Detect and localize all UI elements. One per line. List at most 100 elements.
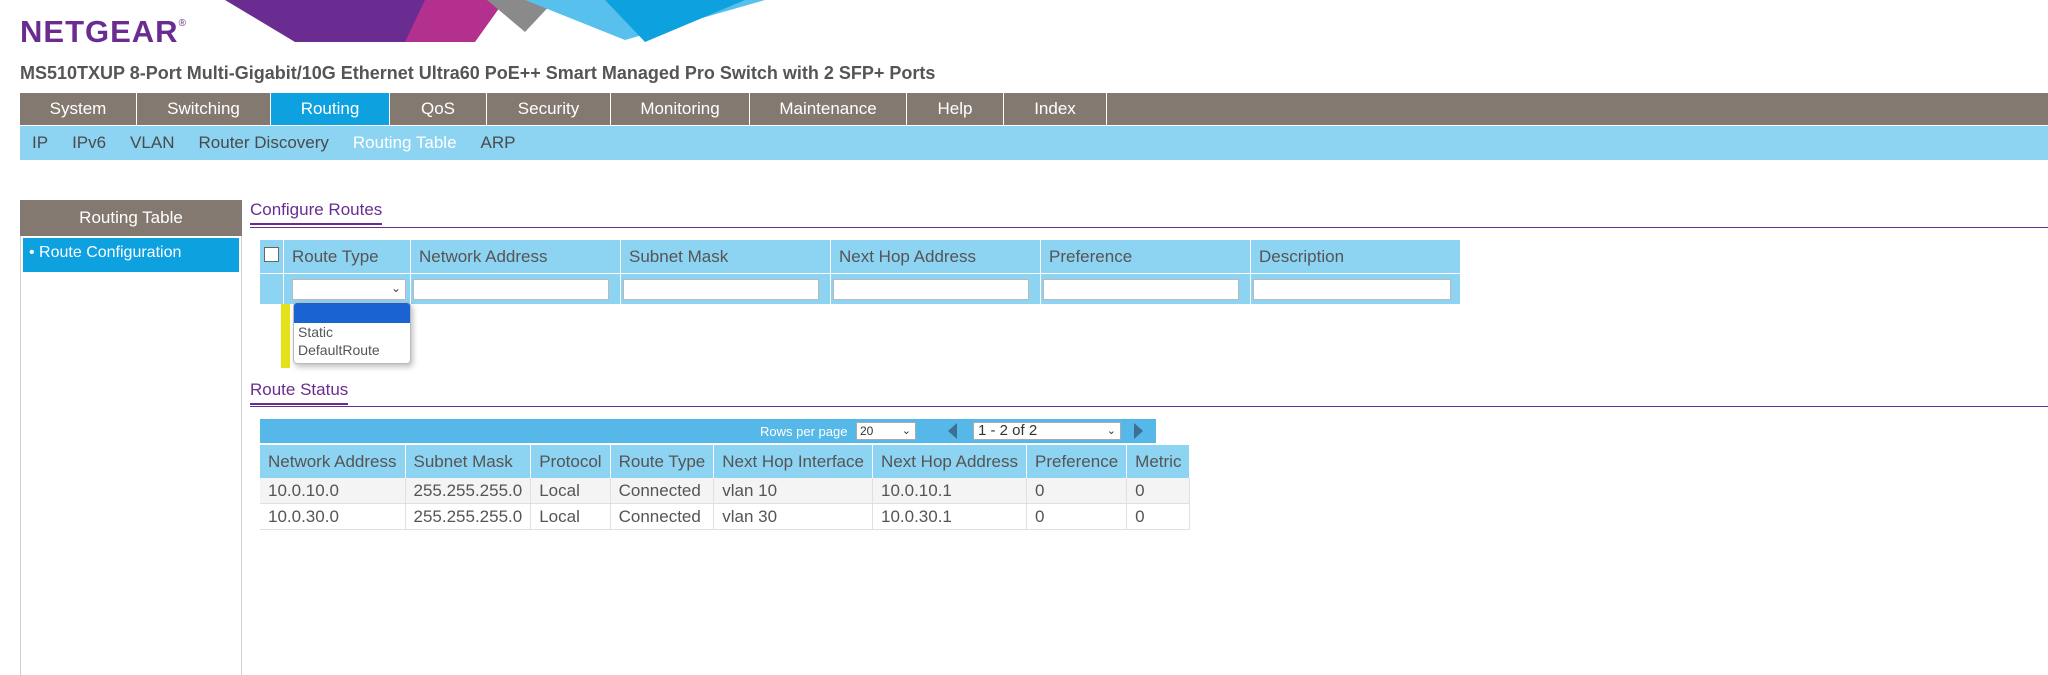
- cell-protocol: Local: [530, 503, 611, 530]
- select-all-cell: [259, 239, 284, 274]
- left-panel-border: [20, 236, 21, 675]
- cell-metric: 0: [1126, 503, 1191, 530]
- previous-page-icon[interactable]: [948, 423, 957, 439]
- cell-next-hop-address: 10.0.30.1: [872, 503, 1028, 530]
- tab-switching[interactable]: Switching: [137, 93, 271, 125]
- tab-system[interactable]: System: [20, 93, 137, 125]
- table-row[interactable]: 10.0.30.0 255.255.255.0 Local Connected …: [260, 503, 1191, 530]
- route-type-option-defaultroute[interactable]: DefaultRoute: [294, 341, 410, 359]
- subnav-ipv6[interactable]: IPv6: [72, 133, 106, 153]
- description-input[interactable]: [1253, 278, 1451, 300]
- tab-maintenance[interactable]: Maintenance: [750, 93, 907, 125]
- netgear-logo: NETGEAR®: [20, 14, 187, 50]
- configure-routes-label: Configure Routes: [250, 200, 383, 225]
- col-metric[interactable]: Metric: [1126, 445, 1191, 478]
- tab-qos[interactable]: QoS: [390, 93, 487, 125]
- col-subnet-mask[interactable]: Subnet Mask: [405, 445, 532, 478]
- col-next-hop-address[interactable]: Next Hop Address: [872, 445, 1028, 478]
- rows-per-page-value: 20: [860, 424, 874, 438]
- tab-monitoring[interactable]: Monitoring: [611, 93, 750, 125]
- chevron-down-icon: ⌄: [390, 280, 401, 295]
- header-banner-graphic: [225, 0, 765, 42]
- route-type-option-static[interactable]: Static: [294, 323, 410, 341]
- next-page-icon[interactable]: [1134, 423, 1143, 439]
- preference-cell: [1040, 273, 1251, 305]
- cell-route-type: Connected: [610, 478, 715, 504]
- cell-next-hop-interface: vlan 10: [713, 478, 873, 504]
- subnet-mask-cell: [620, 273, 831, 305]
- page-value: 1 - 2 of 2: [978, 422, 1038, 439]
- logo-text: NETGEAR: [20, 14, 179, 49]
- col-network-address[interactable]: Network Address: [260, 445, 406, 478]
- tab-help[interactable]: Help: [907, 93, 1004, 125]
- cell-route-type: Connected: [610, 503, 715, 530]
- col-next-hop-address: Next Hop Address: [830, 239, 1041, 274]
- configure-header-row: Route Type Network Address Subnet Mask N…: [259, 239, 1461, 274]
- cell-metric: 0: [1126, 478, 1191, 504]
- col-route-type[interactable]: Route Type: [610, 445, 715, 478]
- cell-next-hop-interface: vlan 30: [713, 503, 873, 530]
- cell-network-address: 10.0.30.0: [260, 503, 406, 530]
- col-protocol[interactable]: Protocol: [530, 445, 611, 478]
- col-subnet-mask: Subnet Mask: [620, 239, 831, 274]
- configure-routes-table: Route Type Network Address Subnet Mask N…: [259, 239, 1461, 305]
- configure-routes-divider: [250, 227, 2048, 228]
- cell-preference: 0: [1026, 503, 1128, 530]
- route-status-divider: [250, 406, 2048, 407]
- rows-per-page-select[interactable]: 20 ⌄: [856, 422, 916, 440]
- network-address-input[interactable]: [413, 278, 609, 300]
- sub-nav: IP IPv6 VLAN Router Discovery Routing Ta…: [20, 126, 2048, 160]
- subnav-vlan[interactable]: VLAN: [130, 133, 174, 153]
- tab-index[interactable]: Index: [1004, 93, 1107, 125]
- configure-input-row: ⌄: [259, 273, 1461, 305]
- cell-subnet-mask: 255.255.255.0: [405, 503, 532, 530]
- cell-network-address: 10.0.10.0: [260, 478, 406, 504]
- page-select[interactable]: 1 - 2 of 2 ⌄: [973, 422, 1121, 440]
- col-route-type: Route Type: [283, 239, 411, 274]
- subnav-arp[interactable]: ARP: [481, 133, 516, 153]
- subnav-ip[interactable]: IP: [32, 133, 48, 153]
- table-row[interactable]: 10.0.10.0 255.255.255.0 Local Connected …: [260, 478, 1191, 504]
- cell-protocol: Local: [530, 478, 611, 504]
- subnav-router-discovery[interactable]: Router Discovery: [199, 133, 329, 153]
- col-preference[interactable]: Preference: [1026, 445, 1128, 478]
- chevron-down-icon: ⌄: [901, 425, 911, 437]
- left-panel-border-right: [241, 236, 242, 675]
- input-row-spacer: [259, 273, 284, 305]
- route-type-cell: ⌄: [283, 273, 411, 305]
- route-type-select[interactable]: ⌄: [292, 278, 406, 300]
- route-type-dropdown-list: Static DefaultRoute: [293, 302, 411, 364]
- cell-preference: 0: [1026, 478, 1128, 504]
- left-panel-header: Routing Table: [20, 200, 242, 236]
- tab-security[interactable]: Security: [487, 93, 611, 125]
- col-next-hop-interface[interactable]: Next Hop Interface: [713, 445, 873, 478]
- subnav-routing-table[interactable]: Routing Table: [353, 133, 457, 153]
- col-description: Description: [1250, 239, 1461, 274]
- network-address-cell: [410, 273, 621, 305]
- tab-routing[interactable]: Routing: [271, 93, 390, 125]
- route-status-label: Route Status: [250, 380, 349, 405]
- rows-per-page-label: Rows per page: [760, 424, 848, 439]
- registered-mark: ®: [178, 18, 187, 29]
- col-preference: Preference: [1040, 239, 1251, 274]
- main-nav: System Switching Routing QoS Security Mo…: [20, 93, 2048, 125]
- description-cell: [1250, 273, 1461, 305]
- cell-subnet-mask: 255.255.255.0: [405, 478, 532, 504]
- route-type-option-blank[interactable]: [294, 303, 410, 323]
- highlight-marker: [281, 304, 290, 368]
- route-status-title: Route Status: [250, 380, 349, 405]
- chevron-down-icon: ⌄: [1106, 425, 1116, 437]
- col-network-address: Network Address: [410, 239, 621, 274]
- next-hop-address-input[interactable]: [833, 278, 1029, 300]
- route-status-pagination-bar: Rows per page 20 ⌄ 1 - 2 of 2 ⌄: [260, 419, 1156, 443]
- preference-input[interactable]: [1043, 278, 1239, 300]
- product-title: MS510TXUP 8-Port Multi-Gigabit/10G Ether…: [20, 63, 936, 83]
- select-all-checkbox[interactable]: [264, 246, 279, 262]
- next-hop-cell: [830, 273, 1041, 305]
- route-status-header-row: Network Address Subnet Mask Protocol Rou…: [260, 445, 1191, 478]
- cell-next-hop-address: 10.0.10.1: [872, 478, 1028, 504]
- route-status-table: Network Address Subnet Mask Protocol Rou…: [260, 445, 1191, 530]
- left-item-route-configuration[interactable]: • Route Configuration: [23, 238, 239, 272]
- subnet-mask-input[interactable]: [623, 278, 819, 300]
- configure-routes-title: Configure Routes: [250, 200, 383, 225]
